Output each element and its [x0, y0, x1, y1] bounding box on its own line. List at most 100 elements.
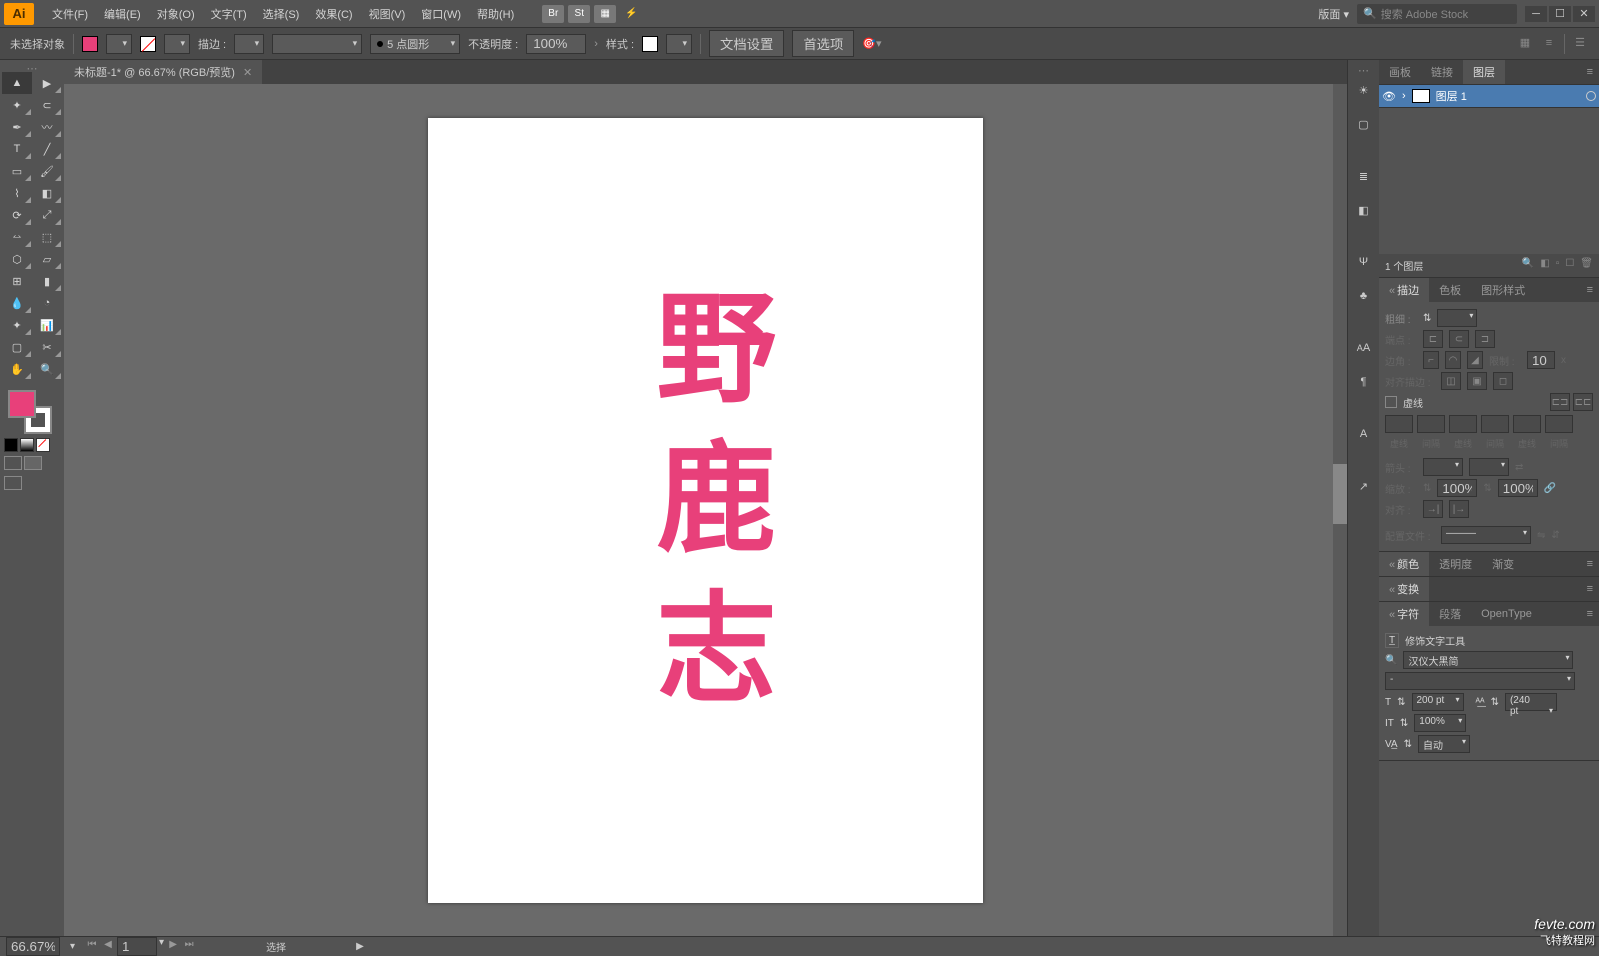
char-a-icon[interactable]: AA [1352, 336, 1376, 360]
leading-input[interactable]: (240 pt [1505, 693, 1557, 711]
maximize-button[interactable]: ☐ [1549, 6, 1571, 22]
scale-tool[interactable]: ⤢ [32, 204, 62, 226]
dashed-checkbox[interactable] [1385, 396, 1397, 408]
mesh-tool[interactable]: ⊞ [2, 270, 32, 292]
blend-tool[interactable]: ◔ [32, 292, 62, 314]
corner-round-icon[interactable]: ◠ [1445, 351, 1461, 369]
stroke-menu-icon[interactable]: ≡ [1581, 284, 1599, 296]
style-dropdown[interactable] [666, 34, 692, 54]
grid-icon-1[interactable]: ▦ [1516, 34, 1534, 52]
screen-mode-full[interactable] [24, 456, 42, 470]
align-inside-icon[interactable]: ▣ [1467, 372, 1487, 390]
pen-tool[interactable]: ✒ [2, 116, 32, 138]
fill-color[interactable] [8, 390, 36, 418]
panel-menu-icon[interactable]: ≡ [1581, 66, 1599, 78]
color-menu-icon[interactable]: ≡ [1581, 558, 1599, 570]
gap-3[interactable] [1545, 415, 1573, 433]
font-style-dropdown[interactable]: - [1385, 672, 1575, 690]
gap-1[interactable] [1417, 415, 1445, 433]
selection-tool[interactable]: ▲ [2, 72, 32, 94]
menu-edit[interactable]: 编辑(E) [96, 6, 149, 22]
dash-preserve-icon[interactable]: ⊏⊐ [1550, 393, 1570, 411]
arrow-end[interactable] [1469, 458, 1509, 476]
screen-mode-normal[interactable] [4, 456, 22, 470]
tab-layers[interactable]: 图层 [1463, 60, 1505, 84]
flip-h-icon[interactable]: ⇋ [1537, 530, 1545, 541]
zoom-tool[interactable]: 🔍 [32, 358, 62, 380]
tab-color[interactable]: «颜色 [1379, 552, 1429, 576]
change-screen-mode[interactable] [4, 476, 22, 490]
brush-preset[interactable]: 5 点圆形 [370, 34, 460, 54]
kern-stepper[interactable]: ⇅ [1404, 739, 1412, 750]
zoom-input[interactable] [6, 937, 60, 956]
shape-builder-tool[interactable]: ⬡ [2, 248, 32, 270]
weight-input[interactable] [1437, 309, 1477, 327]
align-center-icon[interactable]: ◫ [1441, 372, 1461, 390]
menu-window[interactable]: 窗口(W) [413, 6, 469, 22]
fill-swatch[interactable] [82, 36, 98, 52]
stroke-swatch[interactable] [140, 36, 156, 52]
canvas-text[interactable]: 野鹿志 [646, 285, 766, 735]
character-menu-icon[interactable]: ≡ [1581, 608, 1599, 620]
tab-close-icon[interactable]: ✕ [243, 66, 252, 79]
vscale-stepper[interactable]: ⇅ [1400, 718, 1408, 729]
cap-butt-icon[interactable]: ⊏ [1423, 330, 1443, 348]
menu-select[interactable]: 选择(S) [255, 6, 308, 22]
page-icon[interactable]: ▢ [1352, 112, 1376, 136]
cap-round-icon[interactable]: ⊂ [1449, 330, 1469, 348]
locate-icon[interactable]: 🔍 [1522, 258, 1534, 273]
layer-target-icon[interactable] [1586, 91, 1596, 101]
eraser-tool[interactable]: ◧ [32, 182, 62, 204]
font-size-input[interactable]: 200 pt [1412, 693, 1464, 711]
new-layer-icon[interactable]: ☐ [1565, 258, 1574, 273]
limit-input[interactable] [1527, 351, 1555, 369]
color-mode-gradient[interactable] [20, 438, 34, 452]
symbol-sprayer-tool[interactable]: ✦ [2, 314, 32, 336]
tab-paragraph[interactable]: 段落 [1429, 602, 1471, 626]
transform-menu-icon[interactable]: ≡ [1581, 583, 1599, 595]
rectangle-tool[interactable]: ▭ [2, 160, 32, 182]
rotate-tool[interactable]: ⟳ [2, 204, 32, 226]
new-sublayer-icon[interactable]: ▫ [1556, 258, 1560, 273]
corner-miter-icon[interactable]: ⌐ [1423, 351, 1439, 369]
bridge-icon[interactable]: Br [542, 5, 564, 23]
last-artboard-icon[interactable]: ⏭ [182, 937, 196, 951]
first-artboard-icon[interactable]: ⏮ [85, 937, 99, 951]
toolbar-grip[interactable]: ⋯ [2, 64, 62, 72]
trident-icon[interactable]: Ψ [1352, 250, 1376, 274]
tab-graphic-styles[interactable]: 图形样式 [1471, 278, 1535, 302]
tab-opentype[interactable]: OpenType [1471, 604, 1542, 624]
tab-transparency[interactable]: 透明度 [1429, 552, 1482, 576]
scale-start[interactable] [1437, 479, 1477, 497]
curvature-tool[interactable]: 〰 [32, 116, 62, 138]
menu-effect[interactable]: 效果(C) [307, 6, 360, 22]
size-stepper[interactable]: ⇅ [1397, 697, 1405, 708]
artboard-number[interactable] [117, 937, 157, 956]
export-icon[interactable]: ↗ [1352, 474, 1376, 498]
vscale-input[interactable]: 100% [1414, 714, 1466, 732]
gap-2[interactable] [1481, 415, 1509, 433]
swap-arrow-icon[interactable]: ⇄ [1515, 462, 1523, 473]
paragraph-icon[interactable]: ¶ [1352, 370, 1376, 394]
color-mode-solid[interactable] [4, 438, 18, 452]
opacity-input[interactable] [526, 34, 586, 54]
tab-artboards[interactable]: 画板 [1379, 60, 1421, 84]
stroke-dropdown[interactable] [164, 34, 190, 54]
vertical-scrollbar[interactable] [1333, 84, 1347, 936]
stock-icon[interactable]: St [568, 5, 590, 23]
dash-align-icon[interactable]: ⊏⊏ [1573, 393, 1593, 411]
width-tool[interactable]: ⥎ [2, 226, 32, 248]
grid-icon-2[interactable]: ≡ [1540, 34, 1558, 52]
arrow-align-1[interactable]: →| [1423, 500, 1443, 518]
scale-stepper2[interactable]: ⇅ [1483, 483, 1491, 494]
list-icon[interactable]: ☰ [1571, 34, 1589, 52]
menu-type[interactable]: 文字(T) [203, 6, 255, 22]
kerning-input[interactable]: 自动 [1418, 735, 1470, 753]
align-outside-icon[interactable]: ◻ [1493, 372, 1513, 390]
magic-wand-tool[interactable]: ✦ [2, 94, 32, 116]
align-icon[interactable]: ≣ [1352, 164, 1376, 188]
tab-swatches[interactable]: 色板 [1429, 278, 1471, 302]
fill-stroke-swatch[interactable] [8, 390, 52, 434]
profile-dropdown[interactable]: ——— [1441, 526, 1531, 544]
menu-object[interactable]: 对象(O) [149, 6, 203, 22]
